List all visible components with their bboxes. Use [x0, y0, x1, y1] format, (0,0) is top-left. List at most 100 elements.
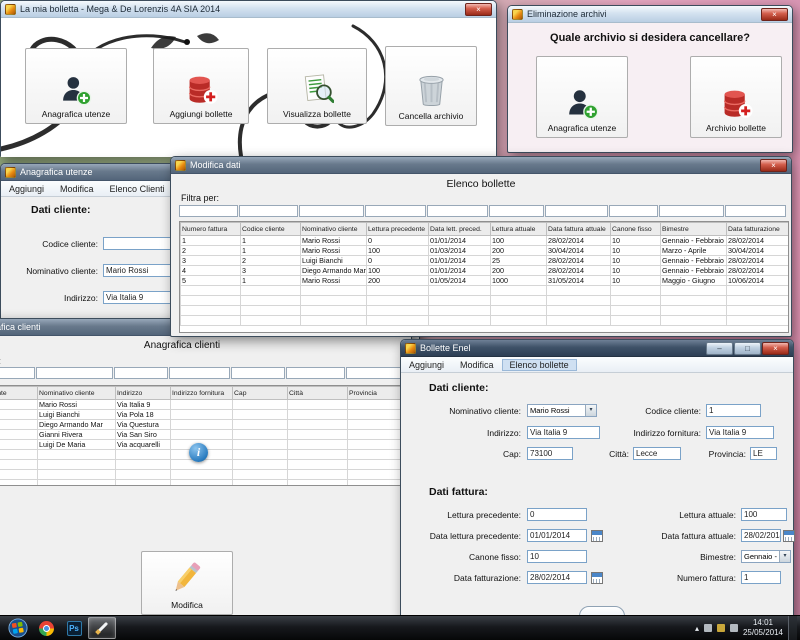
- filter-input[interactable]: [346, 367, 405, 379]
- filter-input[interactable]: [609, 205, 658, 217]
- filter-input[interactable]: [239, 205, 298, 217]
- menu-modifica[interactable]: Modifica: [452, 359, 502, 371]
- calendar-icon[interactable]: [591, 572, 603, 584]
- filter-input[interactable]: [169, 367, 230, 379]
- table-row[interactable]: 43Diego Armando Mar10001/01/201420028/02…: [181, 266, 789, 276]
- maximize-icon[interactable]: □: [734, 342, 761, 355]
- elimina-anagrafica-utenze-button[interactable]: Anagrafica utenze: [536, 56, 628, 138]
- numero-fattura-field[interactable]: 1: [741, 571, 781, 584]
- cancella-archivio-button[interactable]: Cancella archivio: [385, 46, 477, 126]
- canone-fisso-field[interactable]: 10: [527, 550, 587, 563]
- data-fatturazione-field[interactable]: 28/02/2014: [527, 571, 587, 584]
- table-row[interactable]: 51Mario Rossi20001/05/2014100031/05/2014…: [181, 276, 789, 286]
- column-header[interactable]: Nominativo cliente: [38, 387, 116, 400]
- column-header[interactable]: Nominativo cliente: [301, 223, 367, 236]
- cap-field[interactable]: 73100: [527, 447, 573, 460]
- data-lettura-precedente-field[interactable]: 01/01/2014: [527, 529, 587, 542]
- data-fattura-attuale-field[interactable]: 28/02/2014: [741, 529, 781, 542]
- column-header[interactable]: Cap: [233, 387, 288, 400]
- table-row[interactable]: 1Mario RossiVia Italia 9: [0, 400, 408, 410]
- minimize-icon[interactable]: –: [706, 342, 733, 355]
- filter-input[interactable]: [725, 205, 786, 217]
- column-header[interactable]: Data lett. preced.: [429, 223, 491, 236]
- column-header[interactable]: Indirizzo fornitura: [171, 387, 233, 400]
- chevron-down-icon: ▾: [779, 551, 790, 562]
- cell: Marzo - Aprile: [661, 246, 727, 256]
- column-header[interactable]: Lettura attuale: [491, 223, 547, 236]
- taskbar-clock[interactable]: 14:01 25/05/2014: [743, 618, 783, 638]
- table-row[interactable]: 2Luigi BianchiVia Pola 18: [0, 410, 408, 420]
- menu-aggiungi[interactable]: Aggiungi: [1, 183, 52, 195]
- column-header[interactable]: Canone fisso: [611, 223, 661, 236]
- modifica-cliente-button[interactable]: Modifica: [141, 551, 233, 615]
- lettura-precedente-field[interactable]: 0: [527, 508, 587, 521]
- close-icon[interactable]: ×: [760, 159, 787, 172]
- bimestre-select[interactable]: Gennaio - Febbraio ▾: [741, 550, 791, 563]
- info-icon[interactable]: i: [189, 443, 208, 462]
- tray-network-icon[interactable]: [704, 624, 712, 632]
- visualizza-bollette-button[interactable]: Visualizza bollette: [267, 48, 367, 124]
- filter-input[interactable]: [659, 205, 724, 217]
- dati-cliente-heading: Dati cliente:: [31, 204, 91, 216]
- table-row[interactable]: 32Luigi Bianchi001/01/20142528/02/201410…: [181, 256, 789, 266]
- close-icon[interactable]: ×: [465, 3, 492, 16]
- column-header[interactable]: Numero fattura: [181, 223, 241, 236]
- elimina-archivio-bollette-button[interactable]: Archivio bollette: [690, 56, 782, 138]
- titlebar-la-mia-bolletta[interactable]: La mia bolletta - Mega & De Lorenzis 4A …: [1, 1, 496, 18]
- nominativo-cliente-select[interactable]: Mario Rossi ▾: [527, 404, 597, 417]
- start-button[interactable]: [4, 617, 32, 639]
- taskbar-photoshop-button[interactable]: Ps: [60, 617, 88, 639]
- column-header[interactable]: Data fattura attuale: [547, 223, 611, 236]
- filter-input[interactable]: [231, 367, 285, 379]
- taskbar-bolletta-app-button[interactable]: [88, 617, 116, 639]
- indirizzo-field[interactable]: Via Italia 9: [527, 426, 600, 439]
- column-header[interactable]: Provincia: [348, 387, 408, 400]
- table-row[interactable]: 21Mario Rossi10001/03/201420030/04/20141…: [181, 246, 789, 256]
- filter-input[interactable]: [179, 205, 238, 217]
- filter-input[interactable]: [545, 205, 608, 217]
- titlebar-eliminazione[interactable]: Eliminazione archivi ×: [508, 6, 792, 23]
- titlebar-bollette-enel[interactable]: Bollette Enel – □ ×: [401, 340, 793, 357]
- menu-elenco-bollette[interactable]: Elenco bollette: [502, 359, 577, 371]
- table-row[interactable]: 4Gianni RiveraVia San Siro: [0, 430, 408, 440]
- tray-expand-icon[interactable]: ▴: [695, 624, 699, 633]
- menu-modifica[interactable]: Modifica: [52, 183, 102, 195]
- column-header[interactable]: Codice cliente: [0, 387, 38, 400]
- user-add-icon: [60, 74, 92, 106]
- calendar-icon[interactable]: [783, 530, 795, 542]
- column-header[interactable]: Lettura precedente: [367, 223, 429, 236]
- lettura-attuale-field[interactable]: 100: [741, 508, 787, 521]
- codice-cliente-field[interactable]: 1: [706, 404, 761, 417]
- citta-field[interactable]: Lecce: [633, 447, 681, 460]
- tray-volume-icon[interactable]: [730, 624, 738, 632]
- column-header[interactable]: Città: [288, 387, 348, 400]
- filter-input[interactable]: [299, 205, 364, 217]
- filter-input[interactable]: [365, 205, 426, 217]
- tray-alert-icon[interactable]: [717, 624, 725, 632]
- anagrafica-utenze-button[interactable]: Anagrafica utenze: [25, 48, 127, 124]
- column-header[interactable]: Data fatturazione: [727, 223, 789, 236]
- close-icon[interactable]: ×: [761, 8, 788, 21]
- show-desktop-button[interactable]: [788, 616, 797, 640]
- cell: 28/02/2014: [727, 266, 789, 276]
- filter-input[interactable]: [427, 205, 488, 217]
- provincia-field[interactable]: LE: [750, 447, 777, 460]
- aggiungi-bollette-button[interactable]: Aggiungi bollette: [153, 48, 249, 124]
- filter-input[interactable]: [0, 367, 35, 379]
- titlebar-modifica-dati[interactable]: Modifica dati ×: [171, 157, 791, 174]
- menu-elenco-clienti[interactable]: Elenco Clienti: [102, 183, 173, 195]
- indirizzo-fornitura-field[interactable]: Via Italia 9: [706, 426, 774, 439]
- calendar-icon[interactable]: [591, 530, 603, 542]
- column-header[interactable]: Indirizzo: [116, 387, 171, 400]
- taskbar-chrome-button[interactable]: [32, 617, 60, 639]
- filter-input[interactable]: [286, 367, 345, 379]
- table-row[interactable]: 11Mario Rossi001/01/201410028/02/201410G…: [181, 236, 789, 246]
- table-row[interactable]: 3Diego Armando MarVia Questura: [0, 420, 408, 430]
- column-header[interactable]: Bimestre: [661, 223, 727, 236]
- filter-input[interactable]: [489, 205, 544, 217]
- column-header[interactable]: Codice cliente: [241, 223, 301, 236]
- menu-aggiungi[interactable]: Aggiungi: [401, 359, 452, 371]
- filter-input[interactable]: [36, 367, 113, 379]
- close-icon[interactable]: ×: [762, 342, 789, 355]
- filter-input[interactable]: [114, 367, 168, 379]
